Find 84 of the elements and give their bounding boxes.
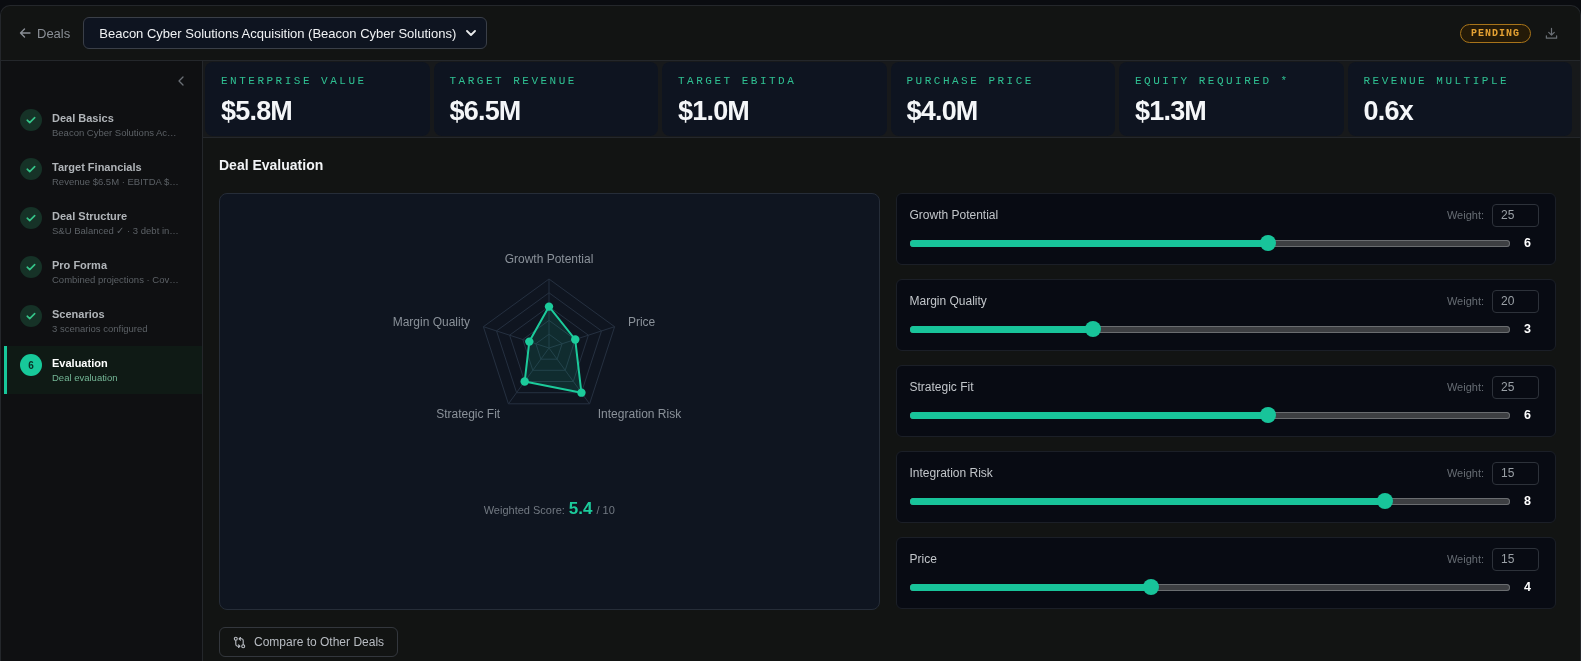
step-item[interactable]: Deal Basics Beacon Cyber Solutions Ac… <box>4 101 202 149</box>
kpi-value: 0.6x <box>1363 96 1415 127</box>
weight-label: Weight: <box>1446 381 1484 393</box>
step-subtitle: 3 scenarios configured <box>52 323 148 334</box>
weight-label: Weight: <box>1446 295 1484 307</box>
step-item[interactable]: Deal Structure S&U Balanced ✓ · 3 debt in… <box>4 199 202 247</box>
axis-label: Price <box>628 314 656 329</box>
criterion-name: Price <box>909 552 937 566</box>
compare-button[interactable]: Compare to Other Deals <box>219 627 399 657</box>
slider-thumb[interactable] <box>1260 235 1277 251</box>
axis-label: Margin Quality <box>392 314 471 329</box>
score-point <box>577 388 586 397</box>
step-title: Deal Structure <box>52 210 129 222</box>
kpi-label: TARGET EBITDA <box>678 75 798 87</box>
slider-thumb[interactable] <box>1084 321 1101 337</box>
weight-label: Weight: <box>1446 209 1484 221</box>
weight-input[interactable]: 15 <box>1492 461 1539 485</box>
kpi-label: ENTERPRISE VALUE <box>221 75 368 87</box>
step-title: Target Financials <box>52 161 143 173</box>
kpi-label: TARGET REVENUE <box>449 75 578 87</box>
score-slider[interactable] <box>909 235 1511 251</box>
step-item[interactable]: Pro Forma Combined projections · Cov… <box>4 248 202 296</box>
score-label: Weighted Score: <box>483 504 565 516</box>
deal-select[interactable]: Beacon Cyber Solutions Acquisition (Beacon Cyber Solutions) <box>83 17 488 49</box>
axis-label: Integration Risk <box>598 407 682 422</box>
kpi-value: $5.8M <box>221 96 294 127</box>
score-value: 8 <box>1524 494 1531 508</box>
weight-input[interactable]: 25 <box>1492 375 1539 399</box>
weight-label: Weight: <box>1446 553 1484 565</box>
kpi-label: EQUITY REQUIRED * <box>1135 75 1291 87</box>
status-badge: PENDING <box>1460 23 1531 43</box>
weight-input[interactable]: 25 <box>1492 203 1539 227</box>
step-title: Deal Basics <box>52 112 115 124</box>
criterion-name: Integration Risk <box>909 466 993 480</box>
axis-label: Strategic Fit <box>436 407 501 422</box>
step-item[interactable]: Scenarios 3 scenarios configured <box>4 297 202 345</box>
score-value: 3 <box>1524 322 1531 336</box>
slider-thumb[interactable] <box>1260 407 1277 423</box>
score-slider[interactable] <box>909 493 1511 509</box>
arrow-left-icon <box>19 27 31 39</box>
slider-thumb[interactable] <box>1143 579 1160 595</box>
step-subtitle: Revenue $6.5M · EBITDA $… <box>52 176 179 187</box>
kpi-value: $4.0M <box>906 96 979 127</box>
criterion-name: Growth Potential <box>909 208 999 222</box>
score-point <box>525 337 534 346</box>
step-title: Evaluation <box>52 357 109 369</box>
step-subtitle: Beacon Cyber Solutions Ac… <box>52 127 177 138</box>
weight-input[interactable]: 20 <box>1492 289 1539 313</box>
score-slider[interactable] <box>909 321 1511 337</box>
slider-thumb[interactable] <box>1377 493 1394 509</box>
kpi-value: $6.5M <box>449 96 522 127</box>
section-title: Deal Evaluation <box>219 156 325 175</box>
step-title: Scenarios <box>52 308 106 320</box>
kpi-label: REVENUE MULTIPLE <box>1363 75 1511 87</box>
score-slider[interactable] <box>909 579 1511 595</box>
step-number: 6 <box>20 354 42 376</box>
kpi-value: $1.3M <box>1135 96 1208 127</box>
compare-arrows-icon <box>233 635 246 649</box>
back-link[interactable]: Deals <box>19 25 71 41</box>
download-icon[interactable] <box>1545 26 1558 40</box>
axis-label: Growth Potential <box>504 252 594 266</box>
score-point <box>571 335 580 344</box>
score-value: 6 <box>1524 236 1531 250</box>
chevron-left-icon[interactable] <box>178 76 184 86</box>
weighted-score: 5.4 <box>568 499 593 519</box>
criterion-name: Strategic Fit <box>909 380 974 394</box>
score-point <box>545 302 554 311</box>
weight-input[interactable]: 15 <box>1492 547 1539 571</box>
kpi-value: $1.0M <box>678 96 751 127</box>
step-title: Pro Forma <box>52 259 109 271</box>
score-scale: / 10 <box>596 504 615 516</box>
step-subtitle: Combined projections · Cov… <box>52 274 179 285</box>
score-value: 6 <box>1524 408 1531 422</box>
weight-label: Weight: <box>1446 467 1484 479</box>
step-subtitle: Deal evaluation <box>52 372 118 383</box>
step-item[interactable]: Target Financials Revenue $6.5M · EBITDA $… <box>4 150 202 198</box>
score-point <box>520 377 530 386</box>
step-item[interactable]: 6 Evaluation Deal evaluation <box>4 346 202 394</box>
score-slider[interactable] <box>909 407 1511 423</box>
chevron-down-icon <box>466 30 477 36</box>
kpi-label: PURCHASE PRICE <box>906 75 1035 87</box>
criterion-name: Margin Quality <box>909 294 987 308</box>
step-subtitle: S&U Balanced ✓ · 3 debt in… <box>52 225 179 236</box>
score-value: 4 <box>1524 580 1531 594</box>
